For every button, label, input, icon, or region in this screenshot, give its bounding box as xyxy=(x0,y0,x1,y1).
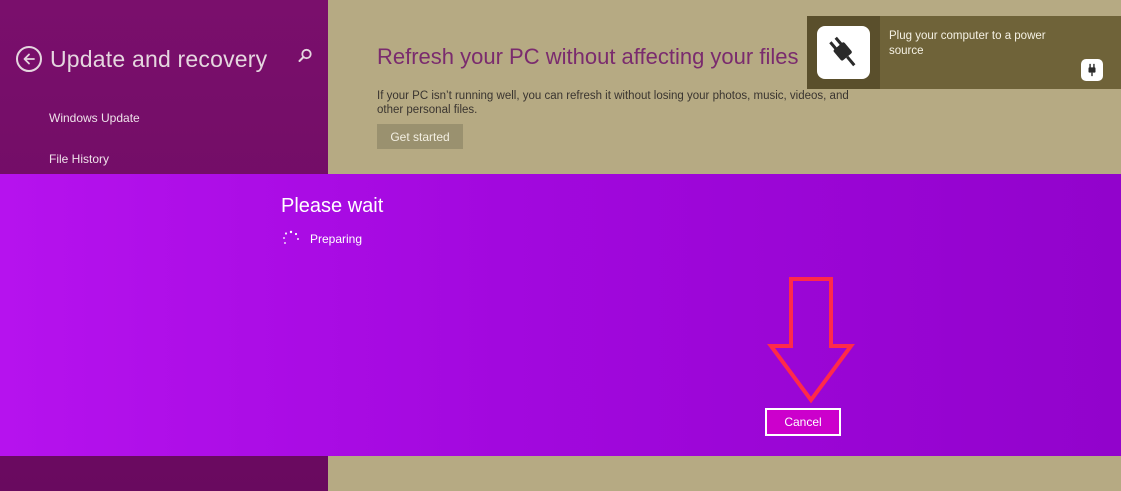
status-row: Preparing xyxy=(282,230,362,248)
sidebar-item-windows-update[interactable]: Windows Update xyxy=(49,111,140,125)
down-arrow-annotation-icon xyxy=(767,277,855,404)
page-title: Update and recovery xyxy=(50,45,268,72)
please-wait-dialog: Please wait Preparing Cancel xyxy=(0,174,1121,456)
get-started-button[interactable]: Get started xyxy=(377,124,463,149)
refresh-pc-heading: Refresh your PC without affecting your f… xyxy=(377,44,799,69)
status-text: Preparing xyxy=(310,232,363,246)
search-icon[interactable] xyxy=(296,47,314,65)
small-plug-icon xyxy=(1081,59,1103,81)
power-notification-toast[interactable]: Plug your computer to a power source xyxy=(807,16,1121,89)
loading-spinner-icon xyxy=(283,230,299,244)
back-arrow-icon[interactable] xyxy=(16,46,42,72)
toast-icon-container xyxy=(807,16,880,89)
sidebar-item-file-history[interactable]: File History xyxy=(49,152,109,166)
sidebar-header: Update and recovery xyxy=(16,42,267,76)
toast-message: Plug your computer to a power source xyxy=(889,30,1046,57)
cancel-button[interactable]: Cancel xyxy=(765,408,841,436)
please-wait-title: Please wait xyxy=(281,195,384,217)
refresh-pc-description: If your PC isn’t running well, you can r… xyxy=(377,90,849,116)
power-plug-icon xyxy=(817,26,870,79)
